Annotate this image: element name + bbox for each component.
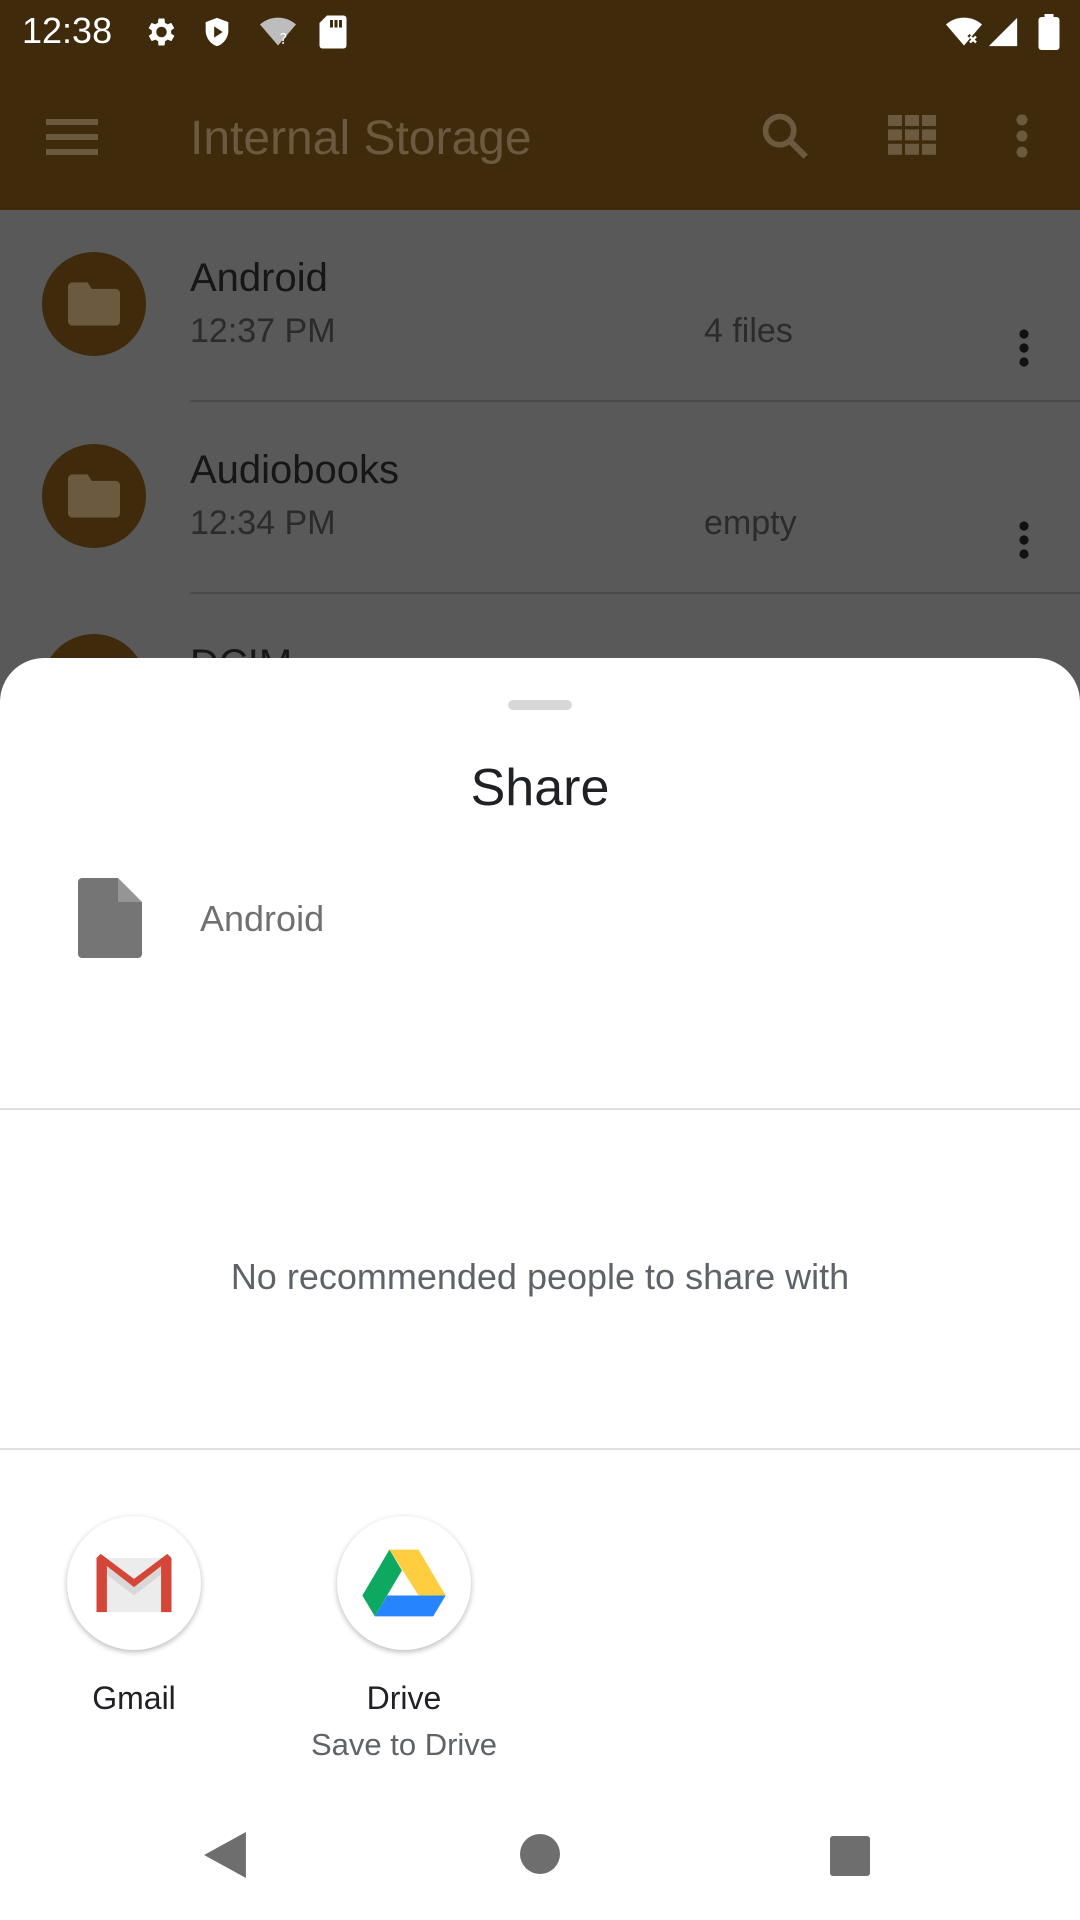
wifi-x-icon — [944, 14, 984, 55]
battery-icon — [1038, 14, 1060, 55]
home-icon[interactable] — [520, 1834, 560, 1879]
share-target-label: Drive — [366, 1680, 442, 1716]
item-name: Android — [190, 256, 328, 300]
settings-icon — [142, 14, 178, 55]
divider — [190, 592, 1080, 594]
more-vert-icon[interactable] — [1018, 520, 1030, 565]
google-drive-icon — [337, 1516, 471, 1650]
file-list: Android 12:37 PM 4 files Audiobooks 12:3… — [0, 210, 1080, 738]
share-sheet: Share Android No recommended people to s… — [0, 658, 1080, 1920]
list-item[interactable]: Audiobooks 12:34 PM empty — [0, 402, 1080, 594]
item-name: Audiobooks — [190, 448, 400, 492]
folder-icon — [42, 252, 146, 356]
wifi-question-icon: ? — [258, 14, 298, 55]
svg-text:?: ? — [280, 30, 288, 48]
menu-icon[interactable] — [46, 117, 98, 162]
status-time: 12:38 — [22, 10, 113, 51]
grid-view-icon[interactable] — [888, 115, 936, 160]
navigation-bar — [0, 1780, 1080, 1920]
app-bar: Internal Storage — [0, 63, 1080, 210]
divider — [0, 1448, 1080, 1450]
item-date: 12:37 PM — [190, 312, 336, 350]
shield-icon — [200, 14, 234, 55]
more-vert-icon[interactable] — [1018, 328, 1030, 373]
no-recommendations-message: No recommended people to share with — [230, 1256, 850, 1297]
sheet-title: Share — [470, 759, 610, 817]
back-icon[interactable] — [204, 1832, 246, 1883]
item-info: 4 files — [704, 312, 793, 350]
share-target-gmail[interactable]: Gmail — [24, 1516, 244, 1717]
recents-icon[interactable] — [830, 1836, 870, 1881]
item-info: empty — [704, 504, 797, 542]
item-date: 12:34 PM — [190, 504, 336, 542]
drag-handle[interactable] — [508, 700, 572, 710]
list-item[interactable]: Android 12:37 PM 4 files — [0, 210, 1080, 402]
divider — [0, 1108, 1080, 1110]
sd-card-icon — [318, 14, 348, 55]
share-target-subtitle: Save to Drive — [310, 1727, 498, 1762]
share-target-label: Gmail — [92, 1680, 176, 1716]
file-icon — [78, 878, 142, 963]
status-bar: 12:38 ? — [0, 0, 1080, 63]
app-title: Internal Storage — [190, 112, 532, 165]
signal-icon — [986, 14, 1020, 55]
search-icon[interactable] — [758, 109, 810, 166]
folder-icon — [42, 444, 146, 548]
shared-file-name: Android — [200, 898, 325, 939]
share-target-drive[interactable]: Drive Save to Drive — [294, 1516, 514, 1763]
gmail-icon — [67, 1516, 201, 1650]
more-vert-icon[interactable] — [1012, 113, 1032, 164]
